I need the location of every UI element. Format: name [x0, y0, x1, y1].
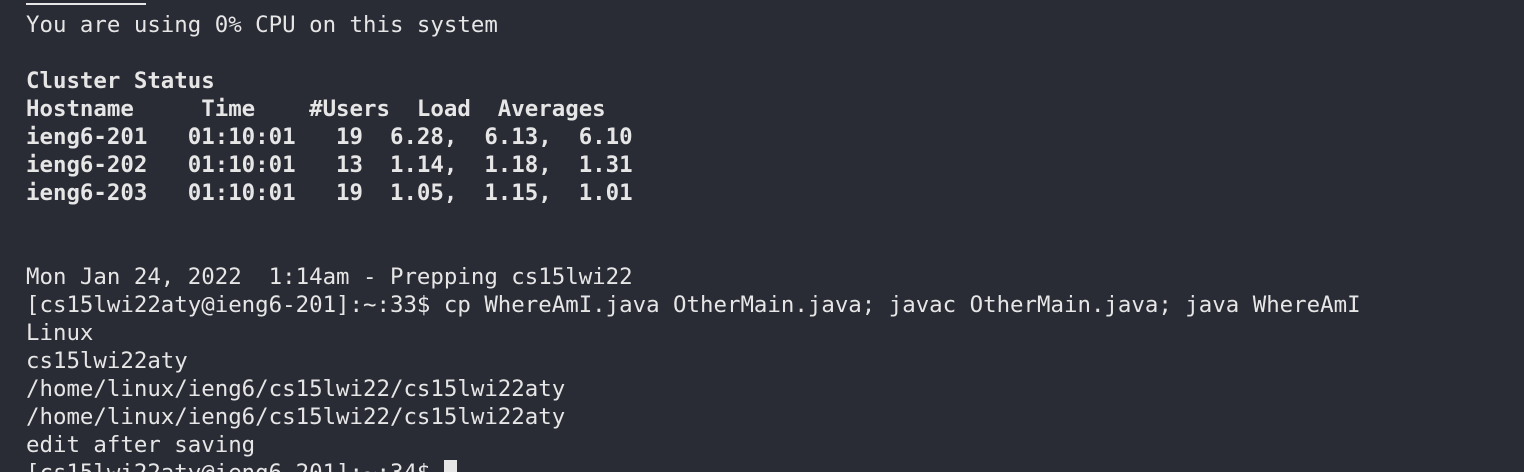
terminal-window[interactable]: You are using 0% CPU on this system Clus… [0, 0, 1524, 472]
text-cursor [443, 460, 457, 472]
output-line: You are using 0% CPU on this system [26, 12, 498, 38]
output-line: Hostname Time #Users Load Averages [26, 96, 606, 122]
output-line: ieng6-203 01:10:01 19 1.05, 1.15, 1.01 [26, 180, 633, 206]
output-line: edit after saving [26, 432, 256, 458]
output-line: Mon Jan 24, 2022 1:14am - Prepping cs15l… [26, 264, 633, 290]
prompt-line[interactable]: [cs15lwi22aty@ieng6-201]:~:34$ [26, 459, 1361, 472]
output-line: /home/linux/ieng6/cs15lwi22/cs15lwi22aty [26, 376, 566, 402]
shell-prompt: [cs15lwi22aty@ieng6-201]:~:34$ [26, 460, 444, 472]
output-line: ieng6-201 01:10:01 19 6.28, 6.13, 6.10 [26, 124, 633, 150]
output-line: ieng6-202 01:10:01 13 1.14, 1.18, 1.31 [26, 152, 633, 178]
command-line: [cs15lwi22aty@ieng6-201]:~:33$ cp WhereA… [26, 292, 1361, 318]
output-line: Linux [26, 320, 94, 346]
output-line: Cluster Status [26, 68, 215, 94]
top-divider [26, 3, 146, 5]
output-line: /home/linux/ieng6/cs15lwi22/cs15lwi22aty [26, 404, 566, 430]
terminal-output: You are using 0% CPU on this system Clus… [26, 11, 1361, 472]
output-line: cs15lwi22aty [26, 348, 188, 374]
